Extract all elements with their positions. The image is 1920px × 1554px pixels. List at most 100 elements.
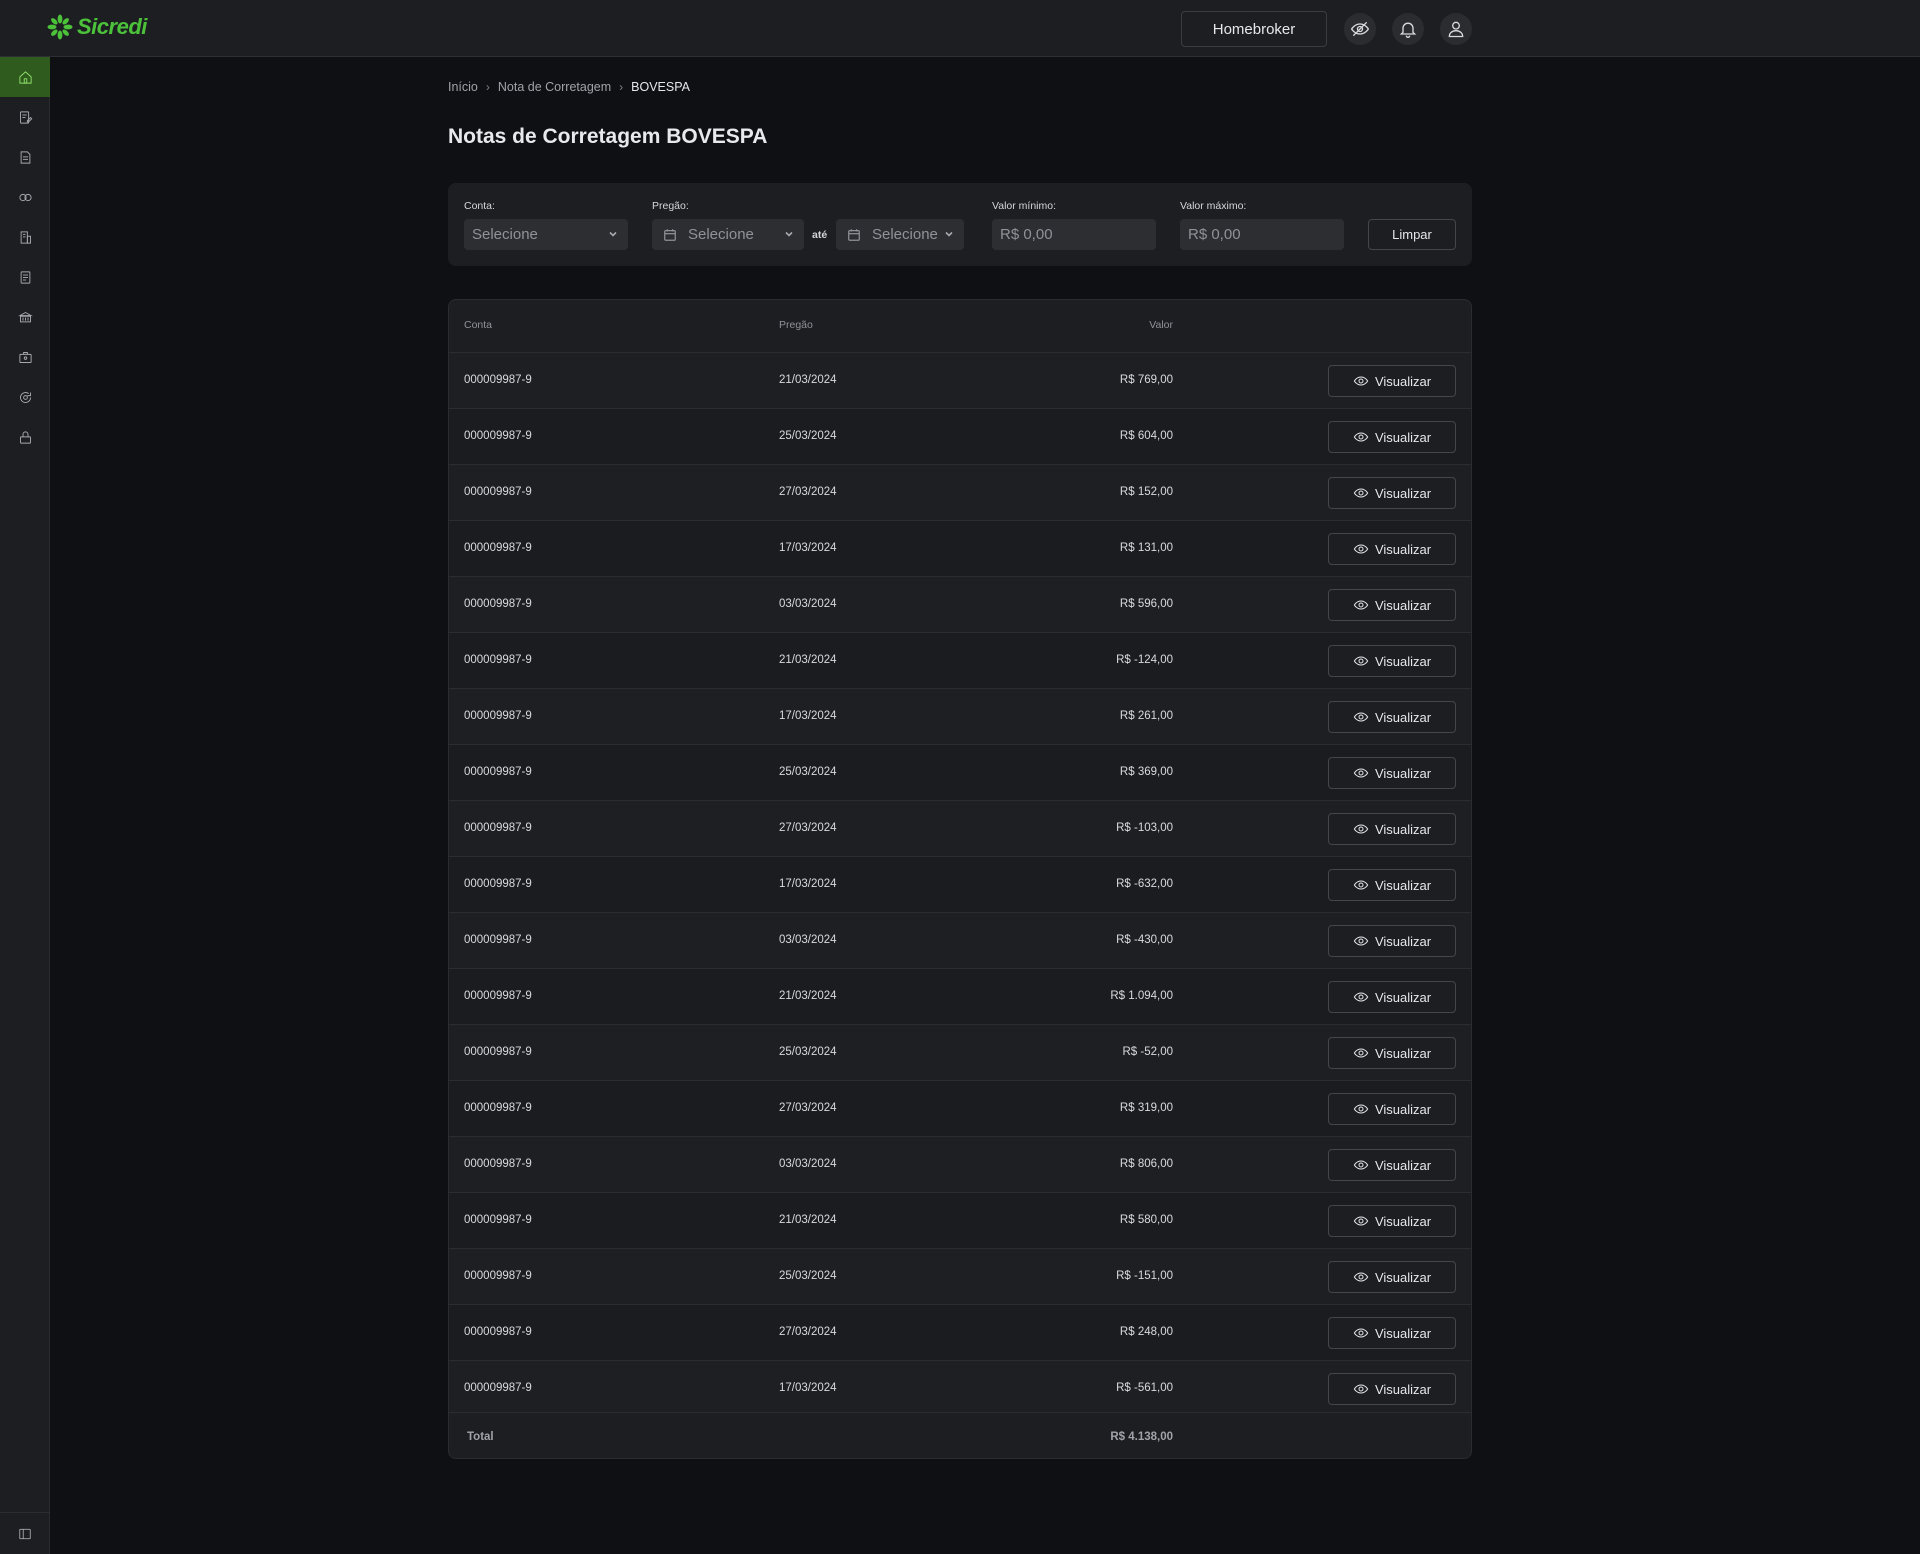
table-row: 000009987-9 25/03/2024 R$ 369,00 Visualizar (449, 744, 1471, 800)
visualizar-button[interactable]: Visualizar (1328, 645, 1456, 677)
table-row: 000009987-9 27/03/2024 R$ 152,00 Visualizar (449, 464, 1471, 520)
visualizar-button[interactable]: Visualizar (1328, 757, 1456, 789)
sidebar-item-building[interactable] (0, 217, 50, 257)
eye-icon (1353, 1160, 1369, 1170)
visualizar-button[interactable]: Visualizar (1328, 925, 1456, 957)
pregao-from-date[interactable]: Selecione (652, 219, 804, 250)
sidebar-item-refresh[interactable] (0, 377, 50, 417)
eye-icon (1353, 824, 1369, 834)
sidebar-item-document[interactable] (0, 137, 50, 177)
cell-conta: 000009987-9 (464, 766, 532, 778)
cell-valor: R$ 604,00 (1119, 430, 1173, 442)
cell-conta: 000009987-9 (464, 1382, 532, 1394)
notifications-button[interactable] (1392, 13, 1424, 45)
visualizar-button[interactable]: Visualizar (1328, 421, 1456, 453)
table-header: Conta Pregão Valor (449, 300, 1471, 352)
pregao-from-value: Selecione (688, 226, 754, 243)
cell-conta: 000009987-9 (464, 1270, 532, 1282)
visualizar-button[interactable]: Visualizar (1328, 813, 1456, 845)
cell-pregao: 17/03/2024 (779, 710, 837, 722)
visualizar-button[interactable]: Visualizar (1328, 533, 1456, 565)
visualizar-label: Visualizar (1374, 485, 1432, 501)
pregao-to-date[interactable]: Selecione (836, 219, 964, 250)
visualizar-button[interactable]: Visualizar (1328, 1205, 1456, 1237)
bell-icon (1399, 22, 1417, 38)
user-icon (1448, 21, 1464, 38)
visualizar-button[interactable]: Visualizar (1328, 477, 1456, 509)
cell-pregao: 25/03/2024 (779, 1046, 837, 1058)
sidebar-item-home[interactable] (0, 57, 50, 97)
filter-panel: Conta: Selecione Pregão: Selecione até S… (448, 183, 1472, 266)
visualizar-button[interactable]: Visualizar (1328, 1093, 1456, 1125)
visualizar-button[interactable]: Visualizar (1328, 365, 1456, 397)
valor-maximo-input[interactable]: R$ 0,00 (1180, 219, 1344, 250)
bank-icon (17, 311, 33, 322)
visualizar-button[interactable]: Visualizar (1328, 869, 1456, 901)
sidebar-item-exchange[interactable] (0, 177, 50, 217)
visualizar-label: Visualizar (1374, 1269, 1432, 1285)
sidebar-item-bank[interactable] (0, 297, 50, 337)
brand-name: Sicredi (77, 14, 147, 39)
chevron-right-icon: › (485, 80, 490, 94)
valor-minimo-label: Valor mínimo: (992, 200, 1056, 212)
table-total-row: Total R$ 4.138,00 (449, 1412, 1471, 1458)
sidebar-item-briefcase[interactable] (0, 337, 50, 377)
cell-conta: 000009987-9 (464, 934, 532, 946)
visualizar-button[interactable]: Visualizar (1328, 1037, 1456, 1069)
cell-pregao: 21/03/2024 (779, 1214, 837, 1226)
visualizar-label: Visualizar (1374, 541, 1432, 557)
conta-select[interactable]: Selecione (464, 219, 628, 250)
sidebar-item-document-edit[interactable] (0, 97, 50, 137)
sicredi-logo[interactable]: Sicredi (47, 14, 147, 40)
cell-valor: R$ -151,00 (1116, 1270, 1173, 1282)
visualizar-button[interactable]: Visualizar (1328, 1261, 1456, 1293)
home-icon (18, 70, 32, 84)
cell-conta: 000009987-9 (464, 598, 532, 610)
visualizar-label: Visualizar (1374, 989, 1432, 1005)
visualizar-label: Visualizar (1374, 877, 1432, 893)
total-label: Total (467, 1431, 494, 1443)
top-bar: Sicredi Homebroker (0, 0, 1920, 57)
eye-icon (1353, 432, 1369, 442)
sidebar-collapse-button[interactable] (0, 1512, 50, 1554)
visualizar-button[interactable]: Visualizar (1328, 589, 1456, 621)
cell-valor: R$ 596,00 (1119, 598, 1173, 610)
table-row: 000009987-9 21/03/2024 R$ 1.094,00 Visualiz… (449, 968, 1471, 1024)
cell-valor: R$ -561,00 (1116, 1382, 1173, 1394)
visualizar-button[interactable]: Visualizar (1328, 1373, 1456, 1405)
visualizar-button[interactable]: Visualizar (1328, 701, 1456, 733)
cell-conta: 000009987-9 (464, 1158, 532, 1170)
valor-minimo-placeholder: R$ 0,00 (1000, 226, 1053, 243)
cell-conta: 000009987-9 (464, 1046, 532, 1058)
cell-pregao: 17/03/2024 (779, 542, 837, 554)
visualizar-label: Visualizar (1374, 429, 1432, 445)
exchange-icon (18, 193, 32, 201)
visualizar-label: Visualizar (1374, 1101, 1432, 1117)
visualizar-button[interactable]: Visualizar (1328, 1149, 1456, 1181)
table-row: 000009987-9 17/03/2024 R$ -632,00 Visualiza… (449, 856, 1471, 912)
cell-valor: R$ 248,00 (1119, 1326, 1173, 1338)
cell-valor: R$ -124,00 (1116, 654, 1173, 666)
chevron-down-icon (785, 231, 793, 237)
hide-values-button[interactable] (1344, 13, 1376, 45)
notas-table: Conta Pregão Valor 000009987-9 21/03/2024… (448, 299, 1472, 1459)
clear-filters-button[interactable]: Limpar (1368, 219, 1456, 250)
user-menu-button[interactable] (1440, 13, 1472, 45)
homebroker-button[interactable]: Homebroker (1181, 11, 1327, 47)
calendar-icon (848, 228, 860, 241)
conta-select-value: Selecione (472, 226, 538, 243)
eye-off-icon (1350, 21, 1370, 37)
sidebar-item-receipt[interactable] (0, 257, 50, 297)
valor-minimo-input[interactable]: R$ 0,00 (992, 219, 1156, 250)
pregao-to-value: Selecione (872, 226, 938, 243)
visualizar-button[interactable]: Visualizar (1328, 981, 1456, 1013)
breadcrumb-item-nota-de-corretagem[interactable]: Nota de Corretagem (498, 80, 611, 94)
cell-conta: 000009987-9 (464, 878, 532, 890)
visualizar-button[interactable]: Visualizar (1328, 1317, 1456, 1349)
header-valor: Valor (1149, 319, 1173, 331)
chevron-down-icon (609, 231, 617, 237)
sidebar-toggle-icon (19, 1528, 31, 1539)
cell-valor: R$ -52,00 (1122, 1046, 1173, 1058)
sidebar-item-lock[interactable] (0, 417, 50, 457)
breadcrumb-item-inicio[interactable]: Início (448, 80, 478, 94)
